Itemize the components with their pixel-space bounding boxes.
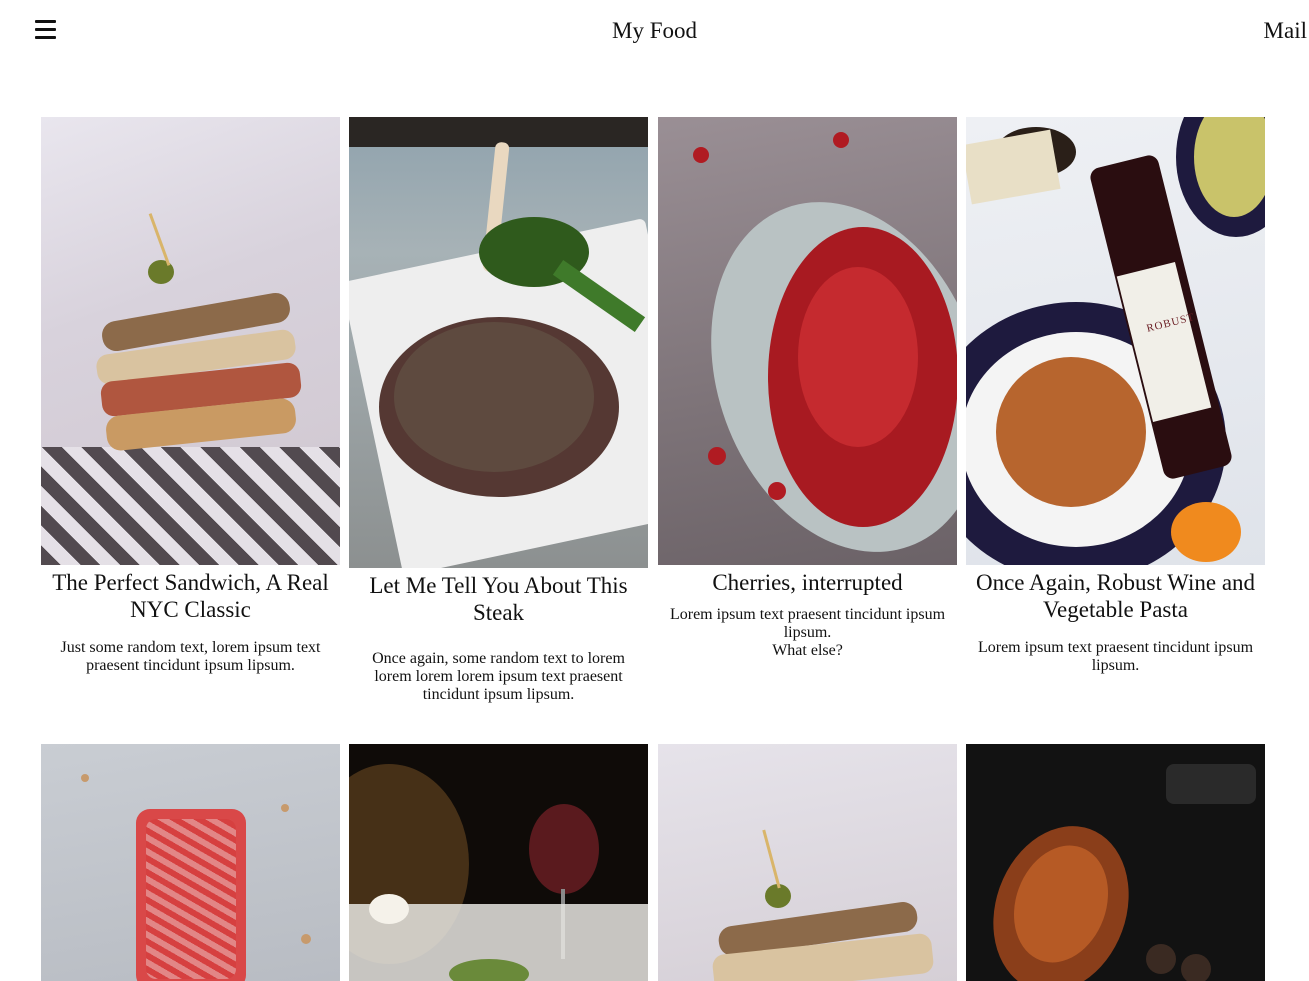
card-description: Just some random text, lorem ipsum text …	[60, 639, 321, 674]
site-title: My Food	[612, 18, 697, 43]
popsicle-photo[interactable]	[41, 744, 340, 981]
article-card-sandwich-2[interactable]	[658, 744, 957, 981]
article-card-croissant[interactable]	[966, 744, 1265, 981]
card-title[interactable]: The Perfect Sandwich, A Real NYC Classic	[41, 569, 340, 623]
card-title[interactable]: Let Me Tell You About This Steak	[349, 572, 648, 626]
mail-link[interactable]: Mail	[1264, 16, 1307, 46]
article-card-steak[interactable]: Let Me Tell You About This Steak Once ag…	[349, 117, 648, 704]
sandwich-photo[interactable]	[658, 744, 957, 981]
sandwich-photo[interactable]	[41, 117, 340, 565]
croissant-photo[interactable]	[966, 744, 1265, 981]
article-card-cherries[interactable]: Cherries, interrupted Lorem ipsum text p…	[658, 117, 957, 660]
article-card-wine-glasses[interactable]	[349, 744, 648, 981]
card-description: Once again, some random text to lorem lo…	[372, 650, 625, 703]
card-description: Lorem ipsum text praesent tincidunt ipsu…	[669, 606, 946, 659]
article-card-popsicle[interactable]	[41, 744, 340, 981]
article-card-wine-pasta[interactable]: ROBUST Once Again, Robust Wine and Veget…	[966, 117, 1265, 675]
cherries-photo[interactable]	[658, 117, 957, 565]
article-card-sandwich[interactable]: The Perfect Sandwich, A Real NYC Classic…	[41, 117, 340, 675]
steak-photo[interactable]	[349, 117, 648, 568]
card-title[interactable]: Cherries, interrupted	[658, 569, 957, 596]
card-description: Lorem ipsum text praesent tincidunt ipsu…	[977, 639, 1254, 674]
top-bar: My Food Mail	[0, 0, 1309, 64]
wine-glasses-photo[interactable]	[349, 744, 648, 981]
card-title[interactable]: Once Again, Robust Wine and Vegetable Pa…	[966, 569, 1265, 623]
wine-pasta-photo[interactable]: ROBUST	[966, 117, 1265, 565]
